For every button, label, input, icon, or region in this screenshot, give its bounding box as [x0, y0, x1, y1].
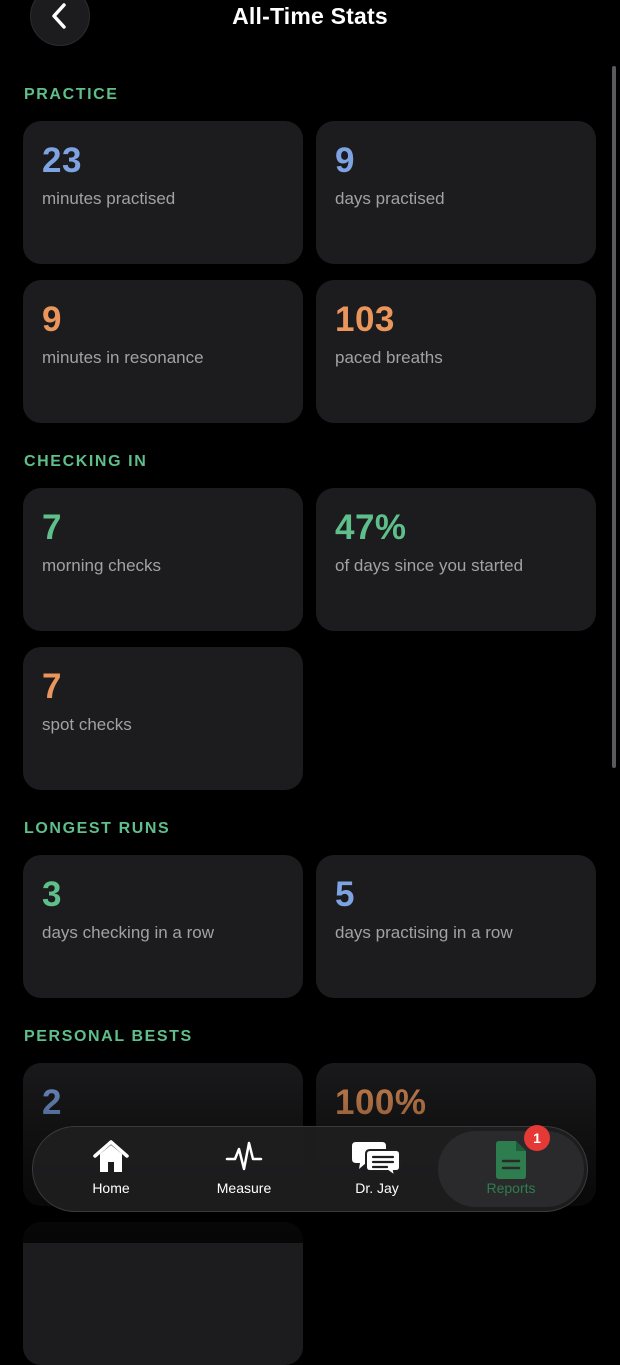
stat-label: days practising in a row: [335, 923, 513, 942]
stat-card-paced-breaths: 103 paced breaths: [316, 280, 596, 423]
stat-card-spot-checks: 7 spot checks: [23, 647, 303, 790]
stat-card-personal-best-3: [23, 1222, 303, 1365]
scrollbar[interactable]: [612, 66, 616, 768]
stat-value: 7: [42, 667, 62, 706]
tab-label: Reports: [486, 1180, 536, 1196]
stat-label: minutes in resonance: [42, 348, 204, 367]
stat-card-minutes-practised: 23 minutes practised: [23, 121, 303, 264]
stat-label: days practised: [335, 189, 445, 208]
stat-value: 3: [42, 875, 62, 914]
stat-value: 23: [42, 141, 82, 180]
tab-dr-jay[interactable]: Dr. Jay: [310, 1127, 444, 1211]
stat-value: 9: [335, 141, 355, 180]
chat-icon: [352, 1142, 401, 1177]
stat-card-checking-streak: 3 days checking in a row: [23, 855, 303, 998]
stat-card-practising-streak: 5 days practising in a row: [316, 855, 596, 998]
stat-value: 100%: [335, 1083, 427, 1122]
pulse-icon: [225, 1141, 263, 1171]
stat-card-morning-checks: 7 morning checks: [23, 488, 303, 631]
tab-reports[interactable]: 1 Reports: [438, 1125, 584, 1207]
stat-label: morning checks: [42, 556, 162, 575]
stat-card-days-since-started: 47% of days since you started: [316, 488, 596, 631]
notification-badge: 1: [524, 1125, 550, 1151]
home-icon: [93, 1140, 129, 1172]
tab-measure[interactable]: Measure: [177, 1127, 311, 1211]
section-title-checking-in: CHECKING IN: [24, 453, 148, 470]
tab-bar: Home Measure Dr. Jay 1 Reports: [32, 1125, 588, 1212]
stat-value: 2: [42, 1083, 62, 1122]
stat-label: minutes practised: [42, 189, 176, 208]
stat-label: of days since you started: [335, 556, 524, 575]
stat-card-days-practised: 9 days practised: [316, 121, 596, 264]
section-title-longest-runs: LONGEST RUNS: [24, 820, 171, 837]
stats-scroll-view[interactable]: PRACTICE 23 minutes practised 9 days pra…: [0, 0, 620, 1365]
stat-value: 5: [335, 875, 355, 914]
section-title-personal-bests: PERSONAL BESTS: [24, 1028, 193, 1045]
header: All-Time Stats: [0, 0, 620, 60]
stat-label: days checking in a row: [42, 923, 214, 942]
tab-label: Home: [92, 1180, 130, 1196]
tab-home[interactable]: Home: [44, 1127, 178, 1211]
stat-value: 9: [42, 300, 62, 339]
section-title-practice: PRACTICE: [24, 86, 119, 103]
stat-label: paced breaths: [335, 348, 443, 367]
page-title: All-Time Stats: [232, 3, 388, 29]
report-icon: [496, 1141, 526, 1179]
tab-label: Dr. Jay: [355, 1180, 399, 1196]
stat-value: 103: [335, 300, 395, 339]
stat-card-minutes-in-resonance: 9 minutes in resonance: [23, 280, 303, 423]
stat-value: 7: [42, 508, 62, 547]
stat-value: 47%: [335, 508, 407, 547]
stat-label: spot checks: [42, 715, 132, 734]
tab-label: Measure: [216, 1180, 272, 1196]
